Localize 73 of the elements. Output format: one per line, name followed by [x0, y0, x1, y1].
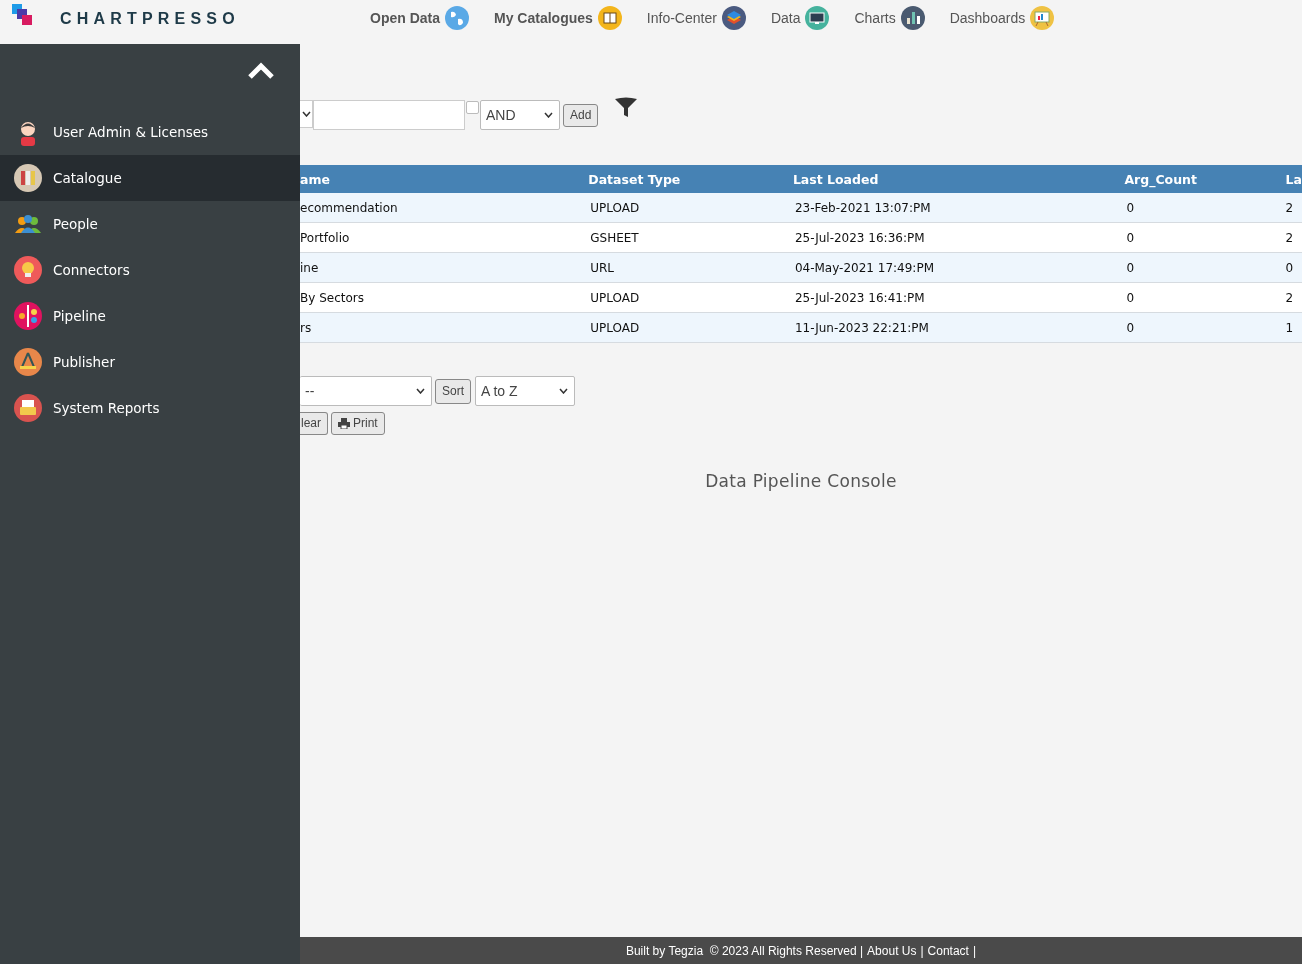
column-header: Dataset Type [586, 165, 791, 193]
print-button[interactable]: Print [331, 412, 385, 435]
bulb-icon [13, 255, 43, 285]
book-icon [596, 5, 623, 31]
nav-link[interactable]: My Catalogues [494, 5, 623, 31]
sort-button[interactable]: Sort [435, 378, 471, 404]
footer-link[interactable]: Contact [927, 943, 969, 958]
logic-select[interactable]: AND [480, 100, 560, 130]
nav-link[interactable]: Data [770, 5, 831, 31]
sidebar-item[interactable]: User Admin & Licenses [0, 109, 300, 155]
table-cell: ine [300, 252, 587, 283]
table-cell: By Sectors [300, 282, 587, 313]
operator-select[interactable] [300, 100, 313, 128]
easel-icon [1029, 5, 1056, 31]
table-cell: 25-Jul-2023 16:36:PM [790, 222, 1123, 253]
table-cell: GSHEET [586, 222, 791, 253]
nav-link[interactable]: Dashboards [949, 5, 1056, 31]
logo-icon [12, 4, 34, 26]
bar-chart-icon [899, 5, 926, 31]
pipeline-icon [13, 301, 43, 331]
layers-icon [720, 5, 747, 31]
caret-icon [416, 388, 425, 394]
brand-name: CHARTPRESSO [60, 10, 240, 28]
add-button[interactable]: Add [563, 104, 599, 127]
sort-order-select[interactable]: A to Z [475, 376, 575, 406]
table-cell: UPLOAD [586, 312, 791, 343]
books-icon [13, 163, 43, 193]
table-cell: Portfolio [300, 222, 587, 253]
clear-button[interactable]: lear [300, 412, 328, 435]
sidebar-item[interactable]: Pipeline [0, 293, 300, 339]
caret-icon [301, 111, 311, 117]
console-title: Data Pipeline Console [704, 471, 898, 491]
caret-icon [559, 388, 568, 394]
footer-link[interactable]: About Us [867, 943, 917, 958]
sidebar-item[interactable]: Publisher [0, 339, 300, 385]
table-cell: ecommendation [300, 193, 587, 223]
table-cell: rs [300, 312, 587, 343]
printer-icon [338, 418, 350, 429]
sort-field-select[interactable]: -- [300, 376, 432, 406]
nav-link[interactable]: Info-Center [646, 5, 747, 31]
table-cell: UPLOAD [586, 282, 791, 313]
nav-link[interactable]: Open Data [370, 5, 470, 31]
caret-icon [544, 112, 553, 118]
table-cell: URL [586, 252, 791, 283]
collapse-chevron-icon[interactable] [247, 62, 275, 80]
filter-icon[interactable] [614, 97, 639, 119]
sidebar-item[interactable]: System Reports [0, 385, 300, 431]
footer-separator: | [972, 943, 977, 958]
sidebar-item[interactable]: People [0, 201, 300, 247]
table-cell: UPLOAD [586, 193, 791, 223]
table-cell: 11-Jun-2023 22:21:PM [790, 312, 1123, 343]
table-cell: 23-Feb-2021 13:07:PM [790, 193, 1123, 223]
table-cell: 25-Jul-2023 16:41:PM [790, 282, 1123, 313]
globe-icon [444, 5, 470, 31]
nav-link[interactable]: Charts [854, 5, 926, 31]
printer-icon [13, 393, 43, 423]
table-cell: 04-May-2021 17:49:PM [790, 252, 1123, 283]
footer-text: Built by Tegzia © 2023 All Rights Reserved | [625, 943, 864, 958]
table-cell: 0 [1122, 252, 1286, 283]
column-header: ame [300, 165, 587, 193]
table-cell: 0 [1122, 222, 1286, 253]
easel-icon [13, 347, 43, 377]
footer-separator: | [920, 943, 924, 958]
sidebar-item[interactable]: Catalogue [0, 155, 300, 201]
sidebar-item[interactable]: Connectors [0, 247, 300, 293]
checkbox[interactable] [466, 101, 479, 114]
column-header: Last Loaded [790, 165, 1123, 193]
filter-value-field[interactable] [313, 100, 465, 130]
table-cell: 0 [1122, 312, 1286, 343]
monitor-icon [804, 5, 831, 31]
column-header: Arg_Count [1122, 165, 1286, 193]
table-cell: 0 [1122, 193, 1286, 223]
table-cell: 0 [1122, 282, 1286, 313]
